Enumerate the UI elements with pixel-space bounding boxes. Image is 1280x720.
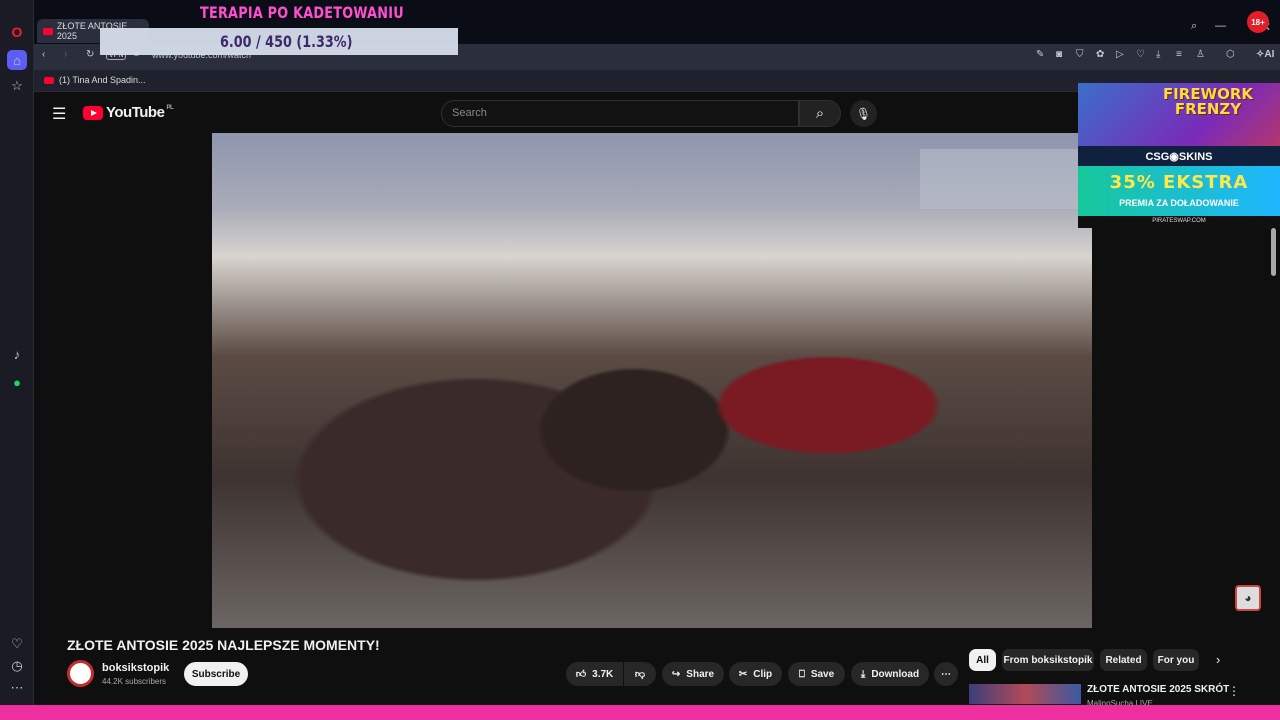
save-label: Save <box>810 668 835 680</box>
bookmark-icon: ⎕ <box>798 668 805 680</box>
scrollbar[interactable] <box>1271 228 1276 276</box>
heart-icon[interactable]: ♡ <box>7 634 27 654</box>
ad-promo[interactable]: 35% EKSTRA PREMIA ZA DOŁADOWANIE <box>1078 166 1280 216</box>
box-icon[interactable]: ⬡ <box>1226 49 1235 60</box>
clip-button[interactable]: ✂ Clip <box>729 662 782 686</box>
youtube-logo[interactable]: YouTube PL <box>83 104 174 121</box>
share-button[interactable]: ↪ Share <box>662 662 724 686</box>
chip-from-channel[interactable]: From boksikstopik <box>1002 649 1094 671</box>
search-tabs-icon[interactable]: ⌕ <box>1191 20 1197 33</box>
ad-game-title: FIREWORK FRENZY <box>1162 85 1254 118</box>
subscriber-count: 44.2K subscribers <box>102 677 167 686</box>
more-horizontal-icon: ⋯ <box>941 668 951 680</box>
minimize-icon[interactable]: — <box>1215 20 1226 32</box>
search-icon: ⌕ <box>815 105 825 122</box>
download-button[interactable]: ⤓ Download <box>851 662 929 686</box>
play-icon[interactable]: ▷ <box>1116 49 1124 60</box>
camera-icon[interactable]: ◙ <box>1056 49 1062 60</box>
youtube-header: ☰ YouTube PL Search ⌕ 🎙 <box>35 93 1080 133</box>
star-icon[interactable]: ☆ <box>7 76 27 96</box>
scissors-icon: ✂ <box>738 668 748 680</box>
ad-promo-title: 35% EKSTRA <box>1109 172 1249 193</box>
like-button[interactable]: 👍︎ 3.7K <box>566 662 623 686</box>
forward-icon[interactable]: › <box>64 49 67 60</box>
search-button[interactable]: ⌕ <box>799 100 841 127</box>
chevron-right-icon[interactable]: › <box>1216 652 1220 667</box>
hamburger-menu-icon[interactable]: ☰ <box>52 104 66 124</box>
overlay-widget <box>920 149 1078 209</box>
ad-footer: PIRATESWAP.COM <box>1078 216 1280 228</box>
ad-promo-subtitle: PREMIA ZA DOŁADOWANIE <box>1119 198 1239 208</box>
recommended-thumbnail[interactable] <box>969 684 1081 704</box>
region-code: PL <box>166 104 174 111</box>
bookmark-item[interactable]: (1) Tina And Spadin... <box>44 75 146 85</box>
share-label: Share <box>686 668 715 680</box>
overlay-title: TERAPIA PO KADETOWANIU <box>200 3 404 22</box>
chip-for-you[interactable]: For you <box>1153 649 1199 671</box>
search-input[interactable]: Search <box>441 100 799 127</box>
menu-icon[interactable]: ≡ <box>1176 49 1182 60</box>
history-icon[interactable]: ◷ <box>7 656 27 676</box>
youtube-bookmark-icon <box>44 76 54 84</box>
overlay-counter: 6.00 / 450 (1.33%) <box>220 32 353 51</box>
stream-bottom-bar <box>0 705 1280 720</box>
chip-related[interactable]: Related <box>1100 649 1147 671</box>
download-icon[interactable]: ⤓ <box>1156 49 1160 60</box>
thumbs-down-icon: 👎︎ <box>634 669 646 680</box>
mini-avatar-button[interactable]: ◕ <box>1235 585 1261 611</box>
heart-outline-icon[interactable]: ♡ <box>1136 49 1145 60</box>
save-button[interactable]: ⎕ Save <box>788 662 845 686</box>
youtube-play-icon <box>83 105 103 120</box>
channel-avatar[interactable] <box>67 660 94 687</box>
more-icon[interactable]: ⋯ <box>7 678 27 698</box>
reload-icon[interactable]: ↻ <box>86 49 94 60</box>
age-badge: 18+ <box>1247 11 1269 33</box>
ai-button[interactable]: ✧AI <box>1256 49 1274 60</box>
home-icon[interactable]: ⌂ <box>7 50 27 70</box>
thumbs-up-icon: 👍︎ <box>575 669 587 680</box>
download-arrow-icon: ⤓ <box>860 668 866 680</box>
subscribe-button[interactable]: Subscribe <box>184 662 248 686</box>
extension-icon[interactable]: ✿ <box>1096 49 1104 60</box>
profile-icon[interactable]: ♙ <box>1196 49 1205 60</box>
voice-search-button[interactable]: 🎙 <box>850 100 877 127</box>
like-count: 3.7K <box>592 668 614 680</box>
youtube-tab-icon <box>43 27 53 35</box>
shield-icon[interactable]: ⛉ <box>1076 49 1084 60</box>
download-label: Download <box>871 668 920 680</box>
back-icon[interactable]: ‹ <box>42 49 45 60</box>
bookmark-label: (1) Tina And Spadin... <box>59 75 146 85</box>
opera-logo-icon[interactable]: O <box>7 22 27 42</box>
channel-name[interactable]: boksikstopik <box>102 662 169 674</box>
spotify-icon[interactable]: ● <box>7 372 27 392</box>
recommended-title[interactable]: ZŁOTE ANTOSIE 2025 SKRÓT <box>1087 684 1229 695</box>
logo-text: YouTube <box>106 104 165 121</box>
tiktok-icon[interactable]: ♪ <box>7 344 27 364</box>
more-actions-button[interactable]: ⋯ <box>934 662 958 686</box>
chip-all[interactable]: All <box>969 649 996 671</box>
browser-sidebar: O ⌂ ☆ ♪ ● ♡ ◷ ⋯ <box>0 0 34 705</box>
share-icon: ↪ <box>671 668 681 680</box>
more-vertical-icon[interactable]: ⋮ <box>1228 684 1240 698</box>
video-title: ZŁOTE ANTOSIE 2025 NAJLEPSZE MOMENTY! <box>67 637 380 653</box>
edit-icon[interactable]: ✎ <box>1036 49 1044 60</box>
ai-label: AI <box>1264 49 1275 60</box>
dislike-button[interactable]: 👎︎ <box>624 662 656 686</box>
ad-brand: CSG◉SKINS <box>1078 146 1280 166</box>
clip-label: Clip <box>753 668 773 680</box>
mic-icon: 🎙 <box>855 106 872 121</box>
